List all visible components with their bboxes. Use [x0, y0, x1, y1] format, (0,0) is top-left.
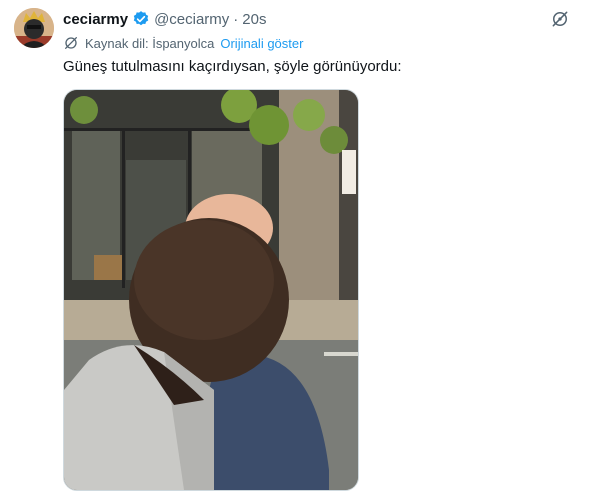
separator-dot: · — [233, 10, 239, 28]
video-frame-image — [64, 90, 358, 490]
grok-icon[interactable] — [550, 9, 570, 29]
translation-bar: Kaynak dil: İspanyolca Orijinali göster — [63, 34, 303, 52]
translation-source-label: Kaynak dil: İspanyolca — [85, 35, 215, 51]
tweet-header: ceciarmy @ceciarmy · 20s — [63, 9, 266, 29]
author-handle[interactable]: @ceciarmy — [154, 11, 229, 28]
tweet-media-video[interactable] — [63, 89, 359, 491]
tweet-text: Güneş tutulmasını kaçırdıysan, şöyle gör… — [63, 58, 402, 75]
avatar-image — [14, 8, 54, 48]
author-name[interactable]: ceciarmy — [63, 11, 128, 28]
show-original-link[interactable]: Orijinali göster — [220, 36, 303, 51]
avatar[interactable] — [14, 8, 54, 48]
grok-translate-icon — [63, 35, 79, 51]
timestamp[interactable]: 20s — [242, 11, 266, 28]
verified-badge-icon — [132, 10, 150, 28]
